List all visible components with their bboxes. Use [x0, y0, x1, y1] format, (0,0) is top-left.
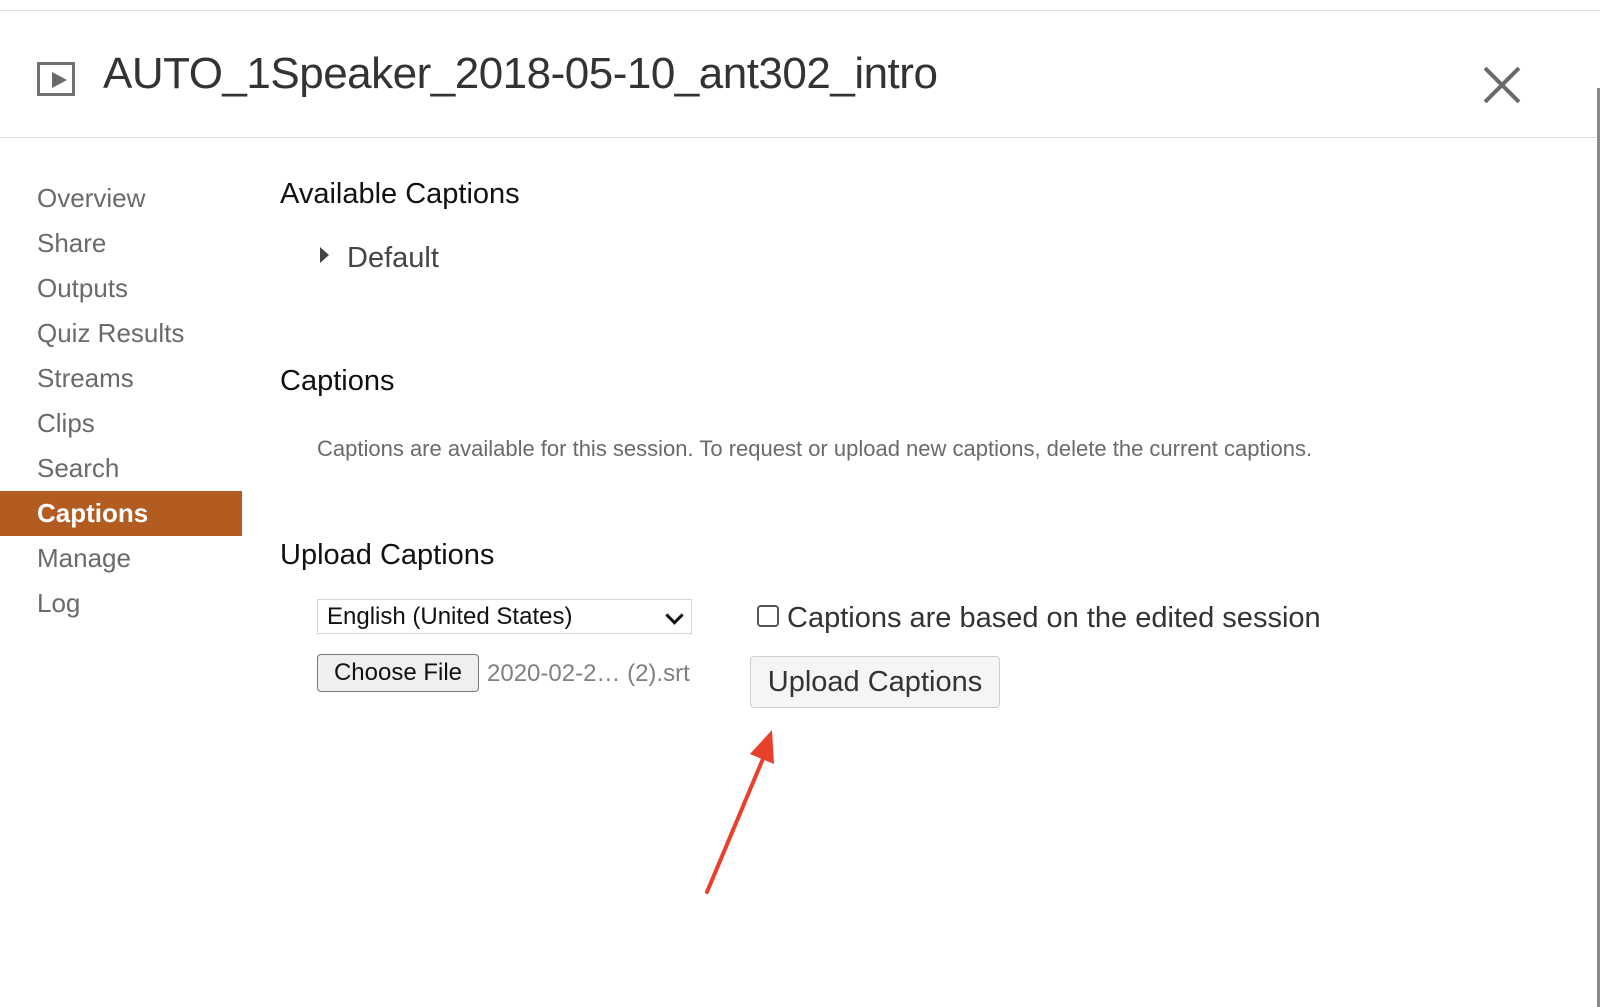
language-select[interactable]: English (United States) — [317, 599, 692, 634]
captions-heading: Captions — [280, 365, 395, 397]
edited-session-checkbox-label[interactable]: Captions are based on the edited session — [787, 602, 1321, 635]
arrow-head-icon — [750, 730, 774, 764]
sidebar-item-share[interactable]: Share — [0, 221, 242, 266]
language-select-value: English (United States) — [327, 603, 573, 630]
upload-captions-button[interactable]: Upload Captions — [750, 656, 1000, 708]
selected-file-name: 2020-02-2… (2).srt — [487, 660, 690, 687]
page-title: AUTO_1Speaker_2018-05-10_ant302_intro — [103, 49, 938, 98]
upload-captions-heading: Upload Captions — [280, 539, 495, 571]
expand-triangle-icon — [320, 247, 329, 263]
sidebar: Overview Share Outputs Quiz Results Stre… — [0, 176, 242, 626]
sidebar-item-streams[interactable]: Streams — [0, 356, 242, 401]
sidebar-item-search[interactable]: Search — [0, 446, 242, 491]
choose-file-button[interactable]: Choose File — [317, 654, 479, 692]
sidebar-item-quiz-results[interactable]: Quiz Results — [0, 311, 242, 356]
play-icon — [37, 62, 75, 96]
caption-item-label: Default — [347, 242, 439, 274]
available-captions-heading: Available Captions — [280, 178, 520, 210]
chevron-down-icon — [665, 606, 684, 625]
sidebar-item-overview[interactable]: Overview — [0, 176, 242, 221]
caption-item-default[interactable]: Default — [320, 242, 439, 275]
sidebar-item-log[interactable]: Log — [0, 581, 242, 626]
annotation-arrow — [705, 730, 774, 894]
sidebar-item-manage[interactable]: Manage — [0, 536, 242, 581]
arrow-shaft — [705, 752, 767, 894]
edited-session-checkbox[interactable] — [757, 605, 779, 627]
header: AUTO_1Speaker_2018-05-10_ant302_intro — [0, 11, 1600, 138]
close-button[interactable] — [1480, 63, 1524, 107]
sidebar-item-clips[interactable]: Clips — [0, 401, 242, 446]
sidebar-item-captions[interactable]: Captions — [0, 491, 242, 536]
sidebar-item-outputs[interactable]: Outputs — [0, 266, 242, 311]
captions-description: Captions are available for this session.… — [317, 436, 1313, 461]
